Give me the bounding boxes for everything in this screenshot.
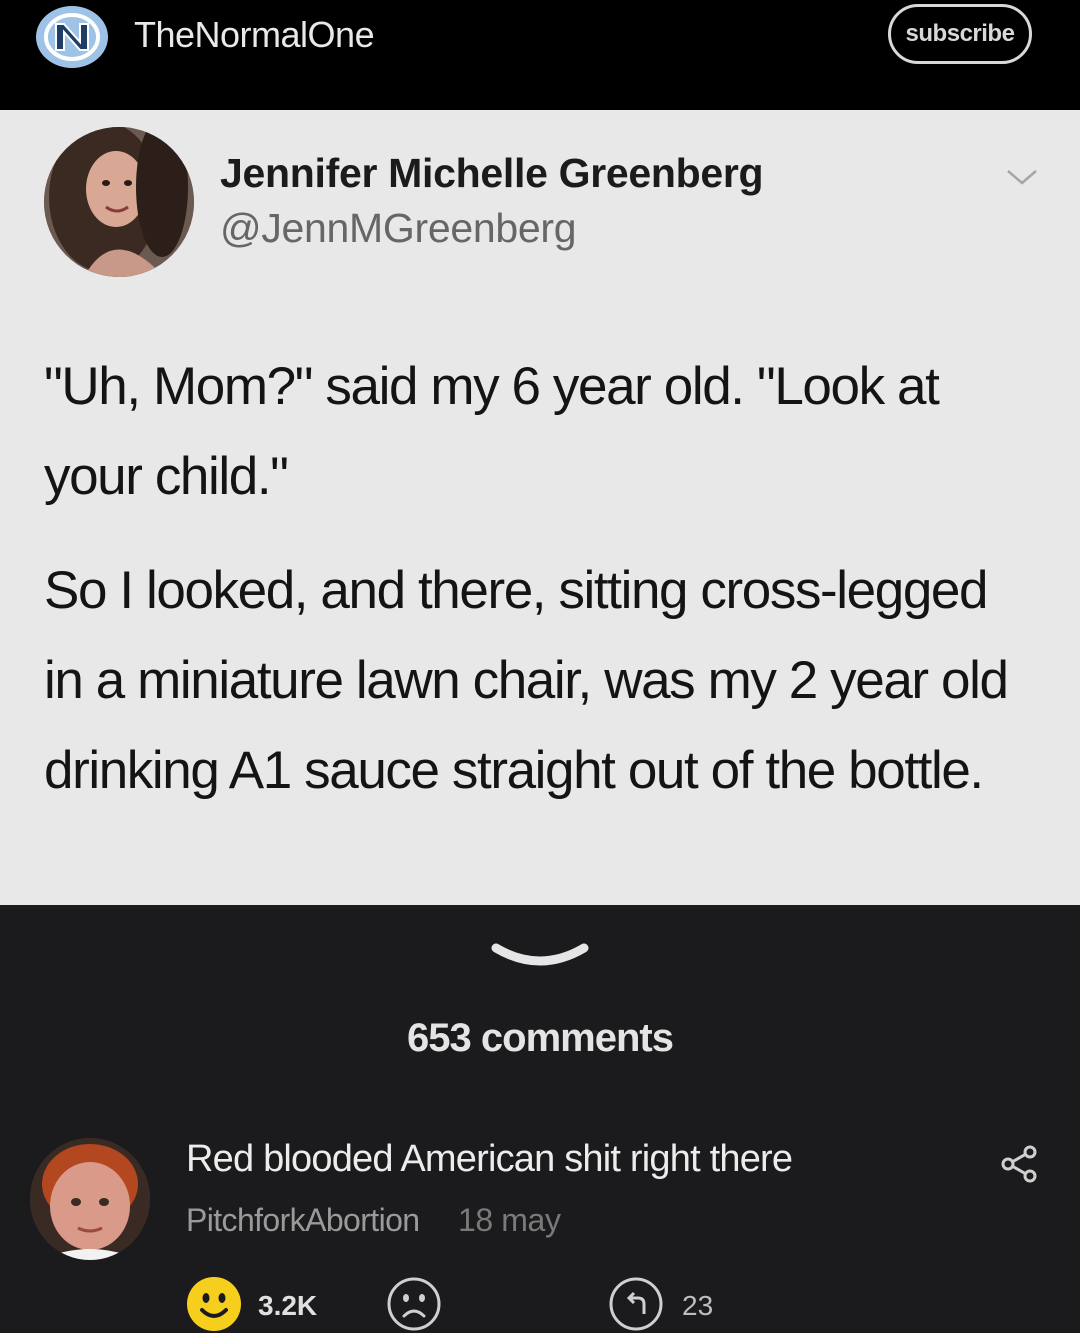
reply-icon[interactable]	[608, 1276, 664, 1332]
tweet-paragraph: So I looked, and there, sitting cross-le…	[44, 561, 1009, 800]
unc-logo-icon[interactable]	[36, 6, 108, 68]
smiley-face-icon[interactable]	[186, 1276, 242, 1332]
comment-timestamp: 18 may	[458, 1202, 561, 1238]
tweet-author-handle: @JennMGreenberg	[220, 205, 577, 251]
like-count: 3.2K	[258, 1290, 318, 1321]
tweet-paragraph: "Uh, Mom?" said my 6 year old. "Look at …	[44, 357, 940, 506]
collapse-chevron-icon[interactable]	[488, 938, 592, 978]
share-icon[interactable]	[1000, 1144, 1040, 1184]
tweet-author-name: Jennifer Michelle Greenberg	[220, 150, 764, 196]
comment-text: Red blooded American shit right there	[186, 1138, 793, 1180]
channel-header: TheNormalOne subscribe	[0, 0, 1080, 110]
tweet-screenshot[interactable]: Jennifer Michelle Greenberg @JennMGreenb…	[0, 110, 1080, 905]
comment-username[interactable]: PitchforkAbortion	[186, 1202, 420, 1239]
channel-name[interactable]: TheNormalOne	[134, 14, 375, 56]
comments-count: 653 comments	[407, 1016, 674, 1060]
tweet-author-avatar	[44, 127, 194, 277]
sad-face-icon[interactable]	[386, 1276, 442, 1332]
reply-count: 23	[682, 1290, 714, 1321]
subscribe-button[interactable]: subscribe	[888, 4, 1032, 64]
chevron-down-icon	[1007, 170, 1037, 185]
comment-avatar[interactable]	[30, 1138, 150, 1260]
